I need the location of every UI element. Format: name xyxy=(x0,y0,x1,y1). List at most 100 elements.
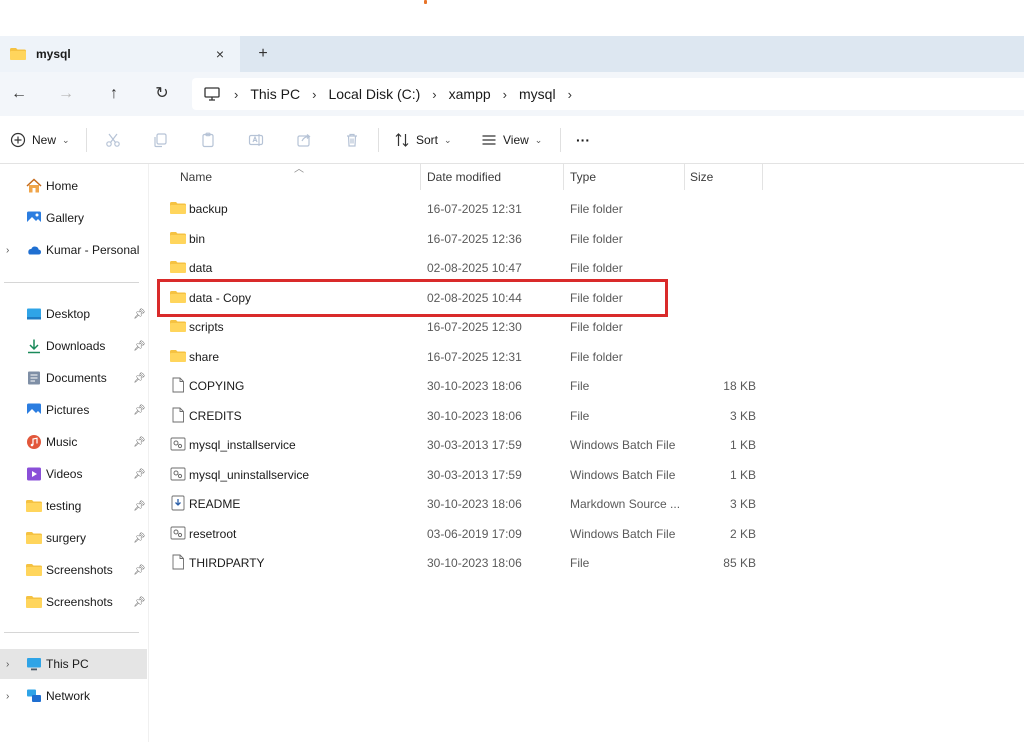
file-date-modified: 30-10-2023 18:06 xyxy=(427,408,522,423)
pin-icon[interactable]: 📌︎ xyxy=(133,501,146,512)
file-size: 85 KB xyxy=(723,556,756,570)
file-row[interactable]: bin 16-07-2025 12:36 File folder xyxy=(150,224,770,253)
file-name: share xyxy=(189,349,220,364)
sidebar-item-network[interactable]: › Network xyxy=(0,681,147,711)
back-button[interactable]: ← xyxy=(9,84,29,104)
refresh-button[interactable]: ↻ xyxy=(152,84,172,104)
sidebar-item-music[interactable]: Music 📌︎ xyxy=(0,427,147,457)
breadcrumb-separator[interactable]: › xyxy=(312,87,316,102)
file-name: mysql_installservice xyxy=(189,438,296,452)
more-options-button[interactable]: ··· xyxy=(576,130,590,150)
file-row[interactable]: COPYING 30-10-2023 18:06 File 18 KB xyxy=(150,371,770,400)
sidebar-item-pictures[interactable]: Pictures 📌︎ xyxy=(0,395,147,425)
folder-icon xyxy=(170,231,186,244)
rename-button[interactable] xyxy=(248,130,270,150)
desktop-icon xyxy=(27,308,41,320)
new-button[interactable]: New ⌄ xyxy=(10,130,70,150)
chevron-right-icon[interactable]: › xyxy=(6,245,9,256)
file-row[interactable]: data 02-08-2025 10:47 File folder xyxy=(150,253,770,282)
file-row[interactable]: mysql_uninstallservice 30-03-2013 17:59 Wi… xyxy=(150,460,770,489)
column-header-label: Name xyxy=(180,170,213,184)
command-bar: New ⌄ Sort ⌄ View ⌄ ··· xyxy=(0,116,1024,164)
file-date-modified: 16-07-2025 12:31 xyxy=(427,349,522,364)
sidebar-item-this-pc[interactable]: › This PC xyxy=(0,649,147,679)
pictures-icon xyxy=(27,403,41,417)
chevron-right-icon[interactable]: › xyxy=(6,659,9,670)
pin-icon[interactable]: 📌︎ xyxy=(133,341,146,352)
sidebar-item-onedrive[interactable]: › Kumar - Personal xyxy=(0,235,147,265)
chevron-right-icon[interactable]: › xyxy=(6,691,9,702)
folder-icon xyxy=(170,349,186,362)
cut-button[interactable] xyxy=(105,130,127,150)
sidebar-item-desktop[interactable]: Desktop 📌︎ xyxy=(0,299,147,329)
share-button[interactable] xyxy=(296,130,318,150)
column-header-label: Type xyxy=(570,170,597,184)
new-tab-button[interactable]: + xyxy=(255,46,271,62)
breadcrumb-separator[interactable]: › xyxy=(503,87,507,102)
file-row[interactable]: THIRDPARTY 30-10-2023 18:06 File 85 KB xyxy=(150,548,770,577)
file-row[interactable]: mysql_installservice 30-03-2013 17:59 Wind… xyxy=(150,430,770,459)
pin-icon[interactable]: 📌︎ xyxy=(133,373,146,384)
file-row[interactable]: CREDITS 30-10-2023 18:06 File 3 KB xyxy=(150,401,770,430)
sidebar-item-surgery[interactable]: surgery 📌︎ xyxy=(0,523,147,553)
column-divider[interactable] xyxy=(420,164,421,190)
pin-icon[interactable]: 📌︎ xyxy=(133,309,146,320)
column-divider[interactable] xyxy=(684,164,685,190)
breadcrumb-mysql[interactable]: mysql xyxy=(519,86,556,102)
address-bar[interactable]: › This PC › Local Disk (C:) › xampp › my… xyxy=(192,78,1024,110)
markdown-file-icon xyxy=(171,495,185,511)
column-header-name[interactable]: Name xyxy=(180,164,420,190)
breadcrumb-this-pc[interactable]: This PC xyxy=(250,86,300,102)
pin-icon[interactable]: 📌︎ xyxy=(133,533,146,544)
rename-icon xyxy=(248,134,264,146)
column-header-size[interactable]: Size xyxy=(690,164,762,190)
sidebar-item-home[interactable]: Home xyxy=(0,171,147,201)
file-type: File folder xyxy=(570,320,623,334)
tab-mysql[interactable]: mysql × xyxy=(0,36,240,72)
file-row[interactable]: share 16-07-2025 12:31 File folder xyxy=(150,342,770,371)
column-divider[interactable] xyxy=(762,164,763,190)
folder-icon xyxy=(170,261,186,273)
file-type: File xyxy=(570,379,590,393)
view-button[interactable]: View ⌄ xyxy=(481,130,542,150)
sidebar-item-label: Music xyxy=(46,435,78,449)
sidebar-item-screenshots[interactable]: Screenshots 📌︎ xyxy=(0,555,147,585)
pane-splitter[interactable] xyxy=(148,164,149,742)
sort-button[interactable]: Sort ⌄ xyxy=(394,130,452,150)
sidebar-item-documents[interactable]: Documents 📌︎ xyxy=(0,363,147,393)
up-button[interactable]: ↑ xyxy=(104,84,124,104)
paste-icon xyxy=(202,132,214,148)
divider xyxy=(86,128,87,152)
file-row[interactable]: backup 16-07-2025 12:31 File folder xyxy=(150,194,770,223)
videos-icon xyxy=(27,467,41,481)
sidebar-item-screenshots-2[interactable]: Screenshots 📌︎ xyxy=(0,587,147,617)
column-divider[interactable] xyxy=(563,164,564,190)
pin-icon[interactable]: 📌︎ xyxy=(133,469,146,480)
sidebar-item-gallery[interactable]: Gallery xyxy=(0,203,147,233)
sidebar-item-testing[interactable]: testing 📌︎ xyxy=(0,491,147,521)
close-tab-button[interactable]: × xyxy=(212,46,228,62)
trash-icon xyxy=(347,133,357,147)
pin-icon[interactable]: 📌︎ xyxy=(133,597,146,608)
column-header-date[interactable]: Date modified xyxy=(427,164,563,190)
file-row[interactable]: resetroot 03-06-2019 17:09 Windows Batch F… xyxy=(150,519,770,548)
paste-button[interactable] xyxy=(200,130,222,150)
file-name: resetroot xyxy=(189,526,237,541)
pin-icon[interactable]: 📌︎ xyxy=(133,565,146,576)
breadcrumb-separator[interactable]: › xyxy=(568,87,572,102)
delete-button[interactable] xyxy=(344,130,366,150)
copy-button[interactable] xyxy=(152,130,174,150)
breadcrumb-xampp[interactable]: xampp xyxy=(449,86,491,102)
pin-icon[interactable]: 📌︎ xyxy=(133,405,146,416)
breadcrumb-local-disk[interactable]: Local Disk (C:) xyxy=(328,86,420,102)
column-header-type[interactable]: Type xyxy=(570,164,684,190)
sidebar-item-label: Pictures xyxy=(46,403,90,417)
sidebar-item-downloads[interactable]: Downloads 📌︎ xyxy=(0,331,147,361)
file-name: README xyxy=(189,497,241,511)
pin-icon[interactable]: 📌︎ xyxy=(133,437,146,448)
plus-circle-icon xyxy=(10,132,26,148)
sidebar-item-videos[interactable]: Videos 📌︎ xyxy=(0,459,147,489)
file-row[interactable]: README 30-10-2023 18:06 Markdown Source ..… xyxy=(150,489,770,518)
forward-button[interactable]: → xyxy=(56,84,76,104)
breadcrumb-separator[interactable]: › xyxy=(432,87,436,102)
